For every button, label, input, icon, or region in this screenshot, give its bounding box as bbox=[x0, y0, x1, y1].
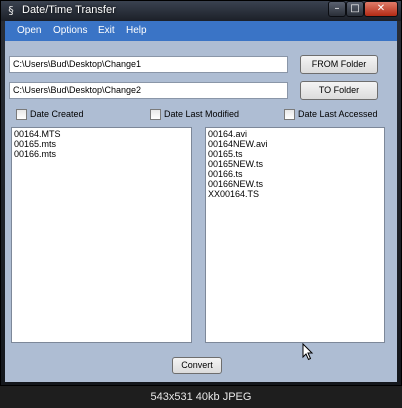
from-folder-button[interactable]: FROM Folder bbox=[300, 55, 378, 74]
list-item[interactable]: XX00164.TS bbox=[208, 189, 382, 199]
list-item[interactable]: 00166NEW.ts bbox=[208, 179, 382, 189]
date-accessed-checkbox[interactable] bbox=[284, 109, 295, 120]
date-created-label: Date Created bbox=[30, 109, 84, 119]
list-item[interactable]: 00166.ts bbox=[208, 169, 382, 179]
to-folder-path-input[interactable]: C:\Users\Bud\Desktop\Change2 bbox=[9, 82, 288, 99]
list-item[interactable]: 00165.mts bbox=[14, 139, 189, 149]
to-files-list: 00164.avi 00164NEW.avi 00165.ts 00165NEW.ts… bbox=[206, 128, 384, 200]
maximize-button[interactable]: □ bbox=[346, 1, 364, 17]
from-files-listbox[interactable]: 00164.MTS 00165.mts 00166.mts bbox=[11, 127, 192, 343]
list-item[interactable]: 00166.mts bbox=[14, 149, 189, 159]
from-folder-path-input[interactable]: C:\Users\Bud\Desktop\Change1 bbox=[9, 56, 288, 73]
mouse-cursor-icon bbox=[302, 343, 314, 361]
list-item[interactable]: 00165NEW.ts bbox=[208, 159, 382, 169]
to-folder-button[interactable]: TO Folder bbox=[300, 81, 378, 100]
list-item[interactable]: 00164.MTS bbox=[14, 129, 189, 139]
close-button[interactable]: ✕ bbox=[364, 1, 398, 17]
from-files-list: 00164.MTS 00165.mts 00166.mts bbox=[12, 128, 191, 160]
menu-open[interactable]: Open bbox=[17, 21, 41, 41]
date-accessed-label: Date Last Accessed bbox=[298, 109, 378, 119]
menu-options[interactable]: Options bbox=[53, 21, 87, 41]
convert-button[interactable]: Convert bbox=[172, 357, 222, 374]
to-files-listbox[interactable]: 00164.avi 00164NEW.avi 00165.ts 00165NEW.ts… bbox=[205, 127, 385, 343]
date-created-checkbox[interactable] bbox=[16, 109, 27, 120]
image-caption: 543x531 40kb JPEG bbox=[0, 386, 402, 408]
date-modified-checkbox[interactable] bbox=[150, 109, 161, 120]
menu-exit[interactable]: Exit bbox=[98, 21, 115, 41]
date-modified-label: Date Last Modified bbox=[164, 109, 240, 119]
window-title: Date/Time Transfer bbox=[22, 4, 116, 16]
list-item[interactable]: 00164.avi bbox=[208, 129, 382, 139]
list-item[interactable]: 00165.ts bbox=[208, 149, 382, 159]
minimize-button[interactable]: – bbox=[328, 1, 346, 17]
list-item[interactable]: 00164NEW.avi bbox=[208, 139, 382, 149]
menu-help[interactable]: Help bbox=[126, 21, 147, 41]
app-icon[interactable]: § bbox=[6, 4, 16, 17]
